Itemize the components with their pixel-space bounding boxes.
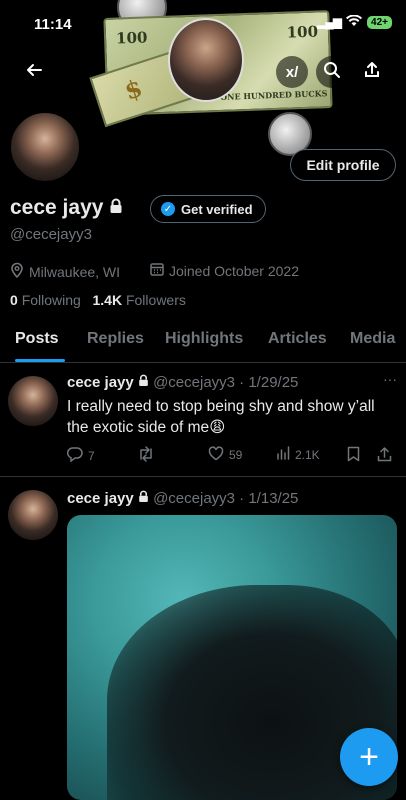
tweet-handle-date: @cecejayy3 · 1/29/25 — [153, 374, 299, 391]
heart-icon — [208, 446, 224, 464]
tweet-header: cece jayy @cecejayy3 · 1/29/25 — [67, 374, 298, 391]
retweet-icon — [137, 446, 155, 465]
lock-icon — [109, 196, 123, 220]
battery-indicator: 42+ — [367, 15, 392, 29]
followers-link[interactable]: 1.4K Followers — [93, 292, 186, 308]
share-icon — [377, 446, 392, 465]
tab-articles[interactable]: Articles — [268, 330, 327, 348]
share-button[interactable] — [356, 56, 388, 88]
tab-highlights[interactable]: Highlights — [165, 330, 243, 348]
tweet-divider — [0, 476, 406, 477]
location-pin-icon — [10, 262, 24, 281]
tab-replies[interactable]: Replies — [87, 330, 144, 348]
reply-count: 7 — [88, 448, 95, 463]
retweet-button[interactable] — [137, 446, 155, 465]
profile-joined: Joined October 2022 — [150, 262, 299, 279]
following-link[interactable]: 0 Following — [10, 292, 81, 308]
views-count: 2.1K — [295, 447, 320, 462]
status-indicators: ▂▄▆ 42+ — [317, 14, 392, 30]
profile-avatar[interactable] — [8, 110, 82, 184]
search-button[interactable] — [316, 56, 348, 88]
share-tweet-button[interactable] — [377, 446, 392, 465]
views-icon — [276, 446, 290, 463]
profile-location: Milwaukee, WI — [10, 262, 120, 281]
banner-photo — [168, 18, 244, 102]
edit-profile-button[interactable]: Edit profile — [290, 149, 396, 181]
status-time: 11:14 — [34, 16, 72, 33]
tweet-text: I really need to stop being shy and show… — [67, 398, 375, 436]
wifi-icon — [346, 14, 363, 30]
follow-stats: 0 Following 1.4K Followers — [10, 292, 186, 308]
profile-tabs: Posts Replies Highlights Articles Media — [0, 322, 406, 363]
followers-count: 1.4K — [92, 292, 123, 308]
following-label: Following — [21, 292, 81, 308]
get-verified-button[interactable]: ✓ Get verified — [150, 195, 266, 223]
bill-value-left: 100 — [115, 28, 148, 48]
share-icon — [363, 61, 381, 84]
like-button[interactable]: 59 — [208, 446, 242, 464]
dollar-sign: $ — [120, 72, 146, 106]
search-icon — [323, 61, 341, 84]
calendar-icon — [150, 262, 164, 279]
tweet-avatar[interactable] — [8, 490, 58, 540]
active-tab-indicator — [15, 359, 65, 362]
tweet-author-name[interactable]: cece jayy — [67, 374, 134, 391]
grok-button[interactable]: x/ — [276, 56, 308, 88]
back-button[interactable] — [18, 56, 50, 88]
reply-icon — [66, 446, 83, 465]
tweet-handle-date: @cecejayy3 · 1/13/25 — [153, 490, 299, 507]
tab-posts[interactable]: Posts — [15, 330, 59, 348]
get-verified-label: Get verified — [181, 201, 253, 217]
profile-handle: @cecejayy3 — [10, 226, 92, 243]
joined-text: Joined October 2022 — [169, 262, 299, 279]
tab-media[interactable]: Media — [350, 330, 395, 348]
location-text: Milwaukee, WI — [29, 263, 121, 280]
more-icon[interactable]: ··· — [383, 371, 397, 387]
tweet-avatar[interactable] — [8, 376, 58, 426]
bookmark-button[interactable] — [347, 446, 360, 465]
lock-icon — [138, 374, 153, 391]
bill-value-right: 100 — [286, 22, 319, 42]
like-count: 59 — [229, 448, 243, 462]
profile-name-row: cece jayy — [10, 196, 123, 220]
bookmark-icon — [347, 446, 360, 465]
verified-badge-icon: ✓ — [161, 202, 175, 216]
grok-icon: x/ — [285, 63, 299, 81]
lock-icon — [138, 490, 153, 507]
signal-icon: ▂▄▆ — [317, 15, 342, 29]
tweet-author-name[interactable]: cece jayy — [67, 490, 134, 507]
followers-label: Followers — [125, 292, 186, 308]
reply-button[interactable]: 7 — [66, 446, 95, 465]
tweet-header: cece jayy @cecejayy3 · 1/13/25 — [67, 490, 298, 507]
bill-caption: ONE HUNDRED BUCKS — [220, 88, 328, 102]
following-count: 0 — [10, 292, 18, 308]
views-button[interactable]: 2.1K — [276, 446, 320, 463]
profile-name: cece jayy — [10, 196, 104, 219]
arrow-left-icon — [25, 61, 43, 84]
compose-post-button[interactable]: + — [340, 728, 398, 786]
